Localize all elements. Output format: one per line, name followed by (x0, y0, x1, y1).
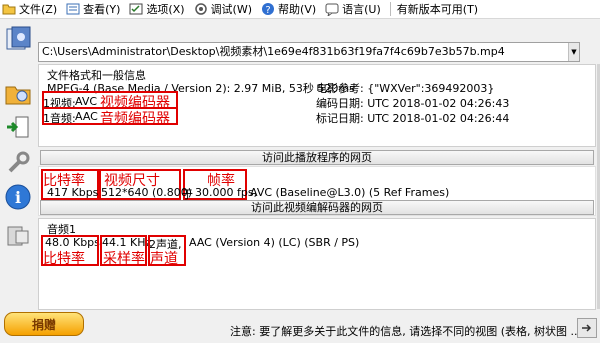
svg-text:?: ? (265, 5, 270, 16)
tagged-date: 标记日期: UTC 2018-01-02 04:26:44 (316, 112, 510, 125)
open-file-button[interactable] (3, 24, 33, 54)
open-folder-icon (5, 86, 31, 105)
audio-codec-detail: AAC (Version 4) (LC) (SBR / PS) (189, 236, 360, 249)
menu-update[interactable]: 有新版本可用(T) (397, 1, 478, 17)
folder-icon (2, 2, 16, 16)
samplerate-highlight (100, 235, 147, 266)
audio-info-panel: 音频1 48.0 Kbps 44.1 KHz 2声道, AAC (Version… (38, 218, 596, 310)
path-dropdown-arrow[interactable]: ▼ (568, 43, 579, 61)
menu-options[interactable]: 选项(X) (129, 1, 185, 17)
menu-debug[interactable]: 调试(W) (194, 1, 252, 17)
video-bitrate: 417 Kbps (47, 186, 99, 199)
menu-help-label: 帮助(V) (278, 3, 317, 16)
menu-view[interactable]: 查看(Y) (66, 1, 120, 17)
menu-language[interactable]: 语言(U) (325, 1, 381, 17)
donate-label: 捐赠 (31, 317, 56, 332)
menu-file[interactable]: 文件(Z) (2, 1, 57, 17)
menu-file-label: 文件(Z) (19, 3, 58, 16)
status-text: 注意: 要了解更多关于此文件的信息, 请选择不同的视图 (表格, 树状图 ... (230, 325, 581, 338)
open-folder-button[interactable] (3, 78, 33, 108)
exit-icon (7, 226, 29, 246)
menu-bar: 文件(Z) 查看(Y) 选项(X) 调试(W) ? 帮助(V) 语言(U) 有新… (0, 0, 600, 19)
menu-separator (389, 2, 391, 16)
video-size: 512*640 (0.800) (101, 186, 193, 199)
svg-text:i: i (15, 188, 21, 207)
wrench-icon (8, 151, 30, 173)
video-framerate: 30.000 fps, (195, 186, 258, 199)
status-action-button[interactable] (577, 318, 597, 338)
debug-icon (194, 2, 208, 16)
about-button[interactable]: i (3, 182, 33, 212)
movie-reference: 电影参考: {"WXVer":369492003} (316, 82, 495, 95)
menu-view-label: 查看(Y) (83, 3, 121, 16)
menu-update-label: 有新版本可用(T) (396, 3, 479, 16)
info-icon: i (5, 184, 31, 210)
menu-options-label: 选项(X) (146, 3, 185, 16)
menu-debug-label: 调试(W) (210, 3, 253, 16)
audio-bitrate-highlight (41, 235, 99, 266)
help-icon: ? (261, 2, 275, 16)
options-icon (129, 2, 143, 16)
open-file-icon (6, 26, 31, 50)
exit-button[interactable] (3, 220, 33, 250)
arrow-right-icon (582, 324, 592, 332)
donate-button[interactable]: 捐赠 (4, 312, 84, 336)
video-codec-detail: AVC (Baseline@L3.0) (5 Ref Frames) (250, 186, 450, 199)
file-path-text: C:\Users\Administrator\Desktop\视频素材\1e69… (42, 45, 505, 58)
general-info-panel: 文件格式和一般信息 MPEG-4 (Base Media / Version 2… (38, 64, 596, 147)
visit-player-webpage-button[interactable]: 访问此播放程序的网页 (40, 150, 594, 165)
export-button[interactable] (3, 112, 33, 142)
export-icon (7, 116, 29, 138)
encoded-date: 编码日期: UTC 2018-01-02 04:26:43 (316, 97, 510, 110)
menu-language-label: 语言(U) (342, 3, 381, 16)
visit-codec-webpage-button[interactable]: 访问此视频编解码器的网页 (40, 200, 594, 215)
preferences-button[interactable] (3, 148, 33, 178)
menu-help[interactable]: ? 帮助(V) (261, 1, 316, 17)
file-path-combobox[interactable]: C:\Users\Administrator\Desktop\视频素材\1e69… (38, 42, 580, 62)
left-toolbar: i (0, 20, 36, 310)
chevron-down-icon: ▼ (571, 48, 577, 56)
audio-codec-highlight (42, 107, 178, 125)
channels-highlight (148, 235, 186, 266)
language-icon (325, 2, 339, 16)
view-icon (66, 2, 80, 16)
